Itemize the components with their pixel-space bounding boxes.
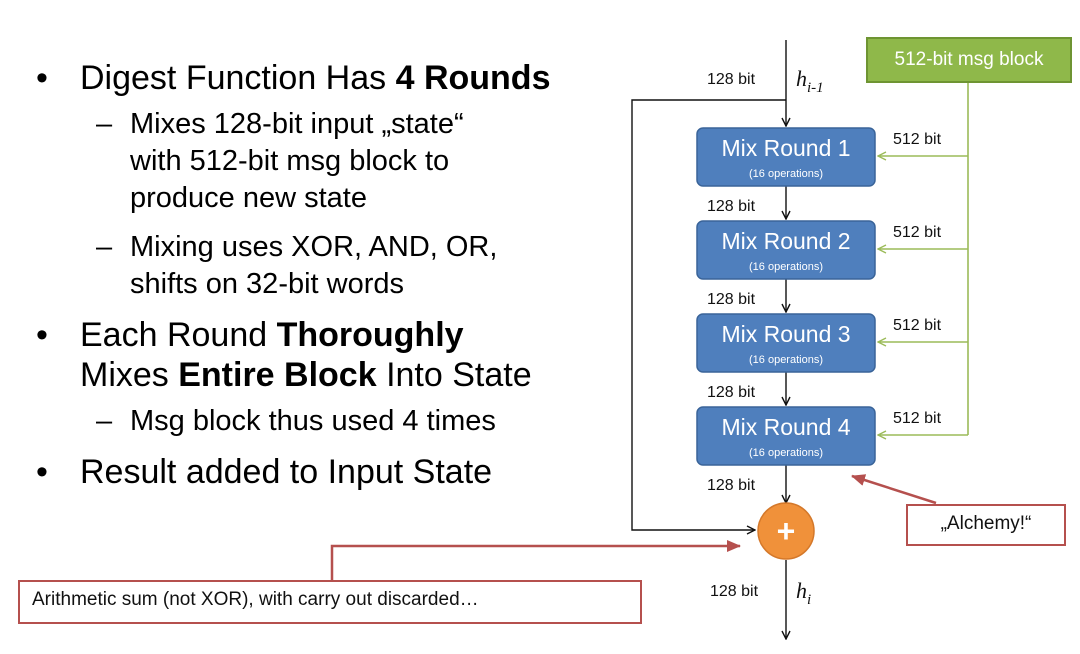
bit-label-input: 128 bit <box>707 71 756 88</box>
mix-round-2: Mix Round 2 (16 operations) <box>696 220 876 280</box>
msg-bit-label-1: 512 bit <box>893 131 942 148</box>
round-title: Mix Round 1 <box>721 135 850 161</box>
sum-note-callout: Arithmetic sum (not XOR), with carry out… <box>18 580 642 624</box>
round-subtitle: (16 operations) <box>749 261 823 273</box>
input-state-label: hi-1 <box>796 66 824 96</box>
bit-label-output: 128 bit <box>710 583 759 600</box>
sum-note-pointer-arrow <box>330 540 741 580</box>
bit-label-r4-adder: 128 bit <box>707 477 756 494</box>
mix-round-3: Mix Round 3 (16 operations) <box>696 313 876 373</box>
adder-node: + <box>757 502 815 560</box>
msg-bit-label-2: 512 bit <box>893 224 942 241</box>
round-title: Mix Round 3 <box>721 321 850 347</box>
bit-label-r3-r4: 128 bit <box>707 384 756 401</box>
round-subtitle: (16 operations) <box>749 354 823 366</box>
msg-block-box: 512-bit msg block <box>866 37 1072 83</box>
round-title: Mix Round 4 <box>721 414 850 440</box>
mix-round-4: Mix Round 4 (16 operations) <box>696 406 876 466</box>
msg-bit-label-4: 512 bit <box>893 410 942 427</box>
alchemy-callout: „Alchemy!“ <box>906 504 1066 546</box>
bit-label-r2-r3: 128 bit <box>707 291 756 308</box>
output-state-label: hi <box>796 578 811 608</box>
round-title: Mix Round 2 <box>721 228 850 254</box>
round-subtitle: (16 operations) <box>749 447 823 459</box>
msg-bit-label-3: 512 bit <box>893 317 942 334</box>
plus-icon: + <box>777 513 796 549</box>
round-subtitle: (16 operations) <box>749 168 823 180</box>
md5-round-diagram: Mix Round 1 (16 operations) Mix Round 2 … <box>330 40 969 654</box>
alchemy-pointer-arrow <box>851 474 937 505</box>
mix-round-1: Mix Round 1 (16 operations) <box>696 127 876 187</box>
bit-label-r1-r2: 128 bit <box>707 198 756 215</box>
